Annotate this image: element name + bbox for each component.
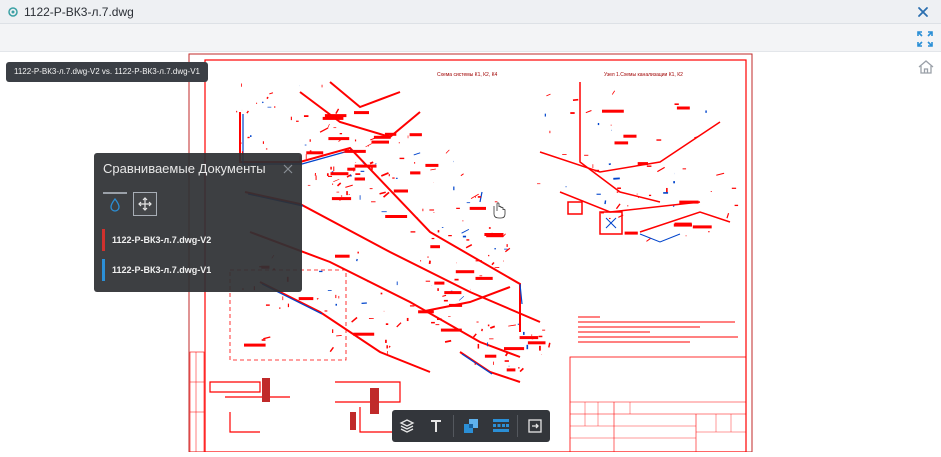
cad-label-mark [354,111,369,114]
cad-label-mark [374,136,391,139]
exit-compare-icon[interactable] [520,411,550,441]
cad-label-mark [355,165,377,168]
cad-label-mark [418,310,434,313]
cad-stroke [370,162,373,163]
text-tool-icon[interactable] [422,411,452,441]
cad-stroke [673,206,674,207]
compare-side-by-side-icon[interactable] [486,411,516,441]
window-title: 1122-Р-ВК3-л.7.dwg [24,5,134,19]
cad-label-mark [486,234,503,237]
document-color-v1 [102,259,105,281]
cad-label-mark [385,133,396,136]
cad-label-mark [410,133,422,136]
cad-label-mark [328,137,349,140]
window-titlebar: 1122-Р-ВК3-л.7.dwg [0,0,941,24]
cad-stroke [609,164,611,165]
fullscreen-icon[interactable] [917,31,933,47]
compare-documents-panel: Сравниваемые Документы 1122-Р-ВК3-л.7.dw… [94,153,302,292]
drawing-label-right: Узел 1.Схемы канализации К1, К2 [604,72,683,78]
cad-label-mark [430,245,440,248]
cad-stroke [317,298,318,299]
drawing-label-top: Схема системы К1, К2, К4 [437,72,498,78]
comparison-tooltip: 1122-Р-ВК3-л.7.dwg-V2 vs. 1122-Р-ВК3-л.7… [6,62,208,82]
cad-label-mark [674,224,692,227]
cad-label-mark [456,270,474,273]
cad-stroke [389,346,390,348]
cad-label-mark [504,347,524,350]
cad-label-mark [372,141,390,144]
cad-label-mark [355,178,365,181]
cad-stroke [336,335,342,336]
cad-label-mark [507,368,516,371]
cad-label-mark [331,172,349,175]
panel-close-icon[interactable] [282,162,294,174]
cad-label-mark [306,151,323,154]
layers-icon[interactable] [392,411,422,441]
cad-label-mark [347,168,355,171]
cad-label-mark [615,141,629,144]
cad-label-mark [434,282,444,285]
move-align-icon[interactable] [133,192,157,216]
close-icon[interactable] [915,4,931,20]
bottom-toolbar [392,410,550,442]
toolbar-divider [453,415,454,437]
cad-label-mark [677,107,690,110]
cad-label-mark [425,164,438,167]
cad-label-mark [602,110,624,113]
cad-label-mark [693,225,712,228]
cad-stroke [549,343,550,348]
toolbar-divider [517,415,518,437]
cad-label-mark [345,150,366,153]
cad-label-mark [325,114,347,117]
toolbar-strip [0,24,941,52]
document-label-v1: 1122-Р-ВК3-л.7.dwg-V1 [112,265,211,275]
cad-label-mark [332,197,351,200]
cad-label-mark [244,344,266,347]
document-label-v2: 1122-Р-ВК3-л.7.dwg-V2 [112,235,211,245]
cad-label-mark [625,232,638,235]
cad-stroke [267,97,268,98]
panel-title: Сравниваемые Документы [103,161,266,176]
cad-label-mark [394,190,408,193]
cad-label-mark [353,333,374,336]
compare-overlay-icon[interactable] [456,411,486,441]
cad-stroke [605,200,606,204]
cad-label-mark [410,171,420,174]
cad-stroke [445,341,451,342]
cad-label-mark [485,355,496,358]
cad-stroke [573,100,578,101]
cad-label-mark [476,277,493,280]
cad-stroke [357,259,358,261]
cad-stroke [262,102,263,103]
cad-label-mark [335,255,350,258]
document-color-v2 [102,229,105,251]
cad-label-mark [444,291,461,294]
cad-label-mark [449,304,462,307]
cad-label-mark [520,336,539,339]
cad-label-mark [385,215,407,218]
cad-label-mark [528,341,546,344]
cad-label-mark [323,117,344,120]
cad-label-mark [623,135,636,138]
document-item-v2[interactable]: 1122-Р-ВК3-л.7.dwg-V2 [102,229,211,251]
document-item-v1[interactable]: 1122-Р-ВК3-л.7.dwg-V1 [102,259,211,281]
app-icon [8,7,18,17]
overlay-mode-drop-icon[interactable] [103,192,127,216]
cad-label-mark [441,329,462,332]
cad-label-mark [470,207,486,210]
cad-label-mark [299,297,314,300]
